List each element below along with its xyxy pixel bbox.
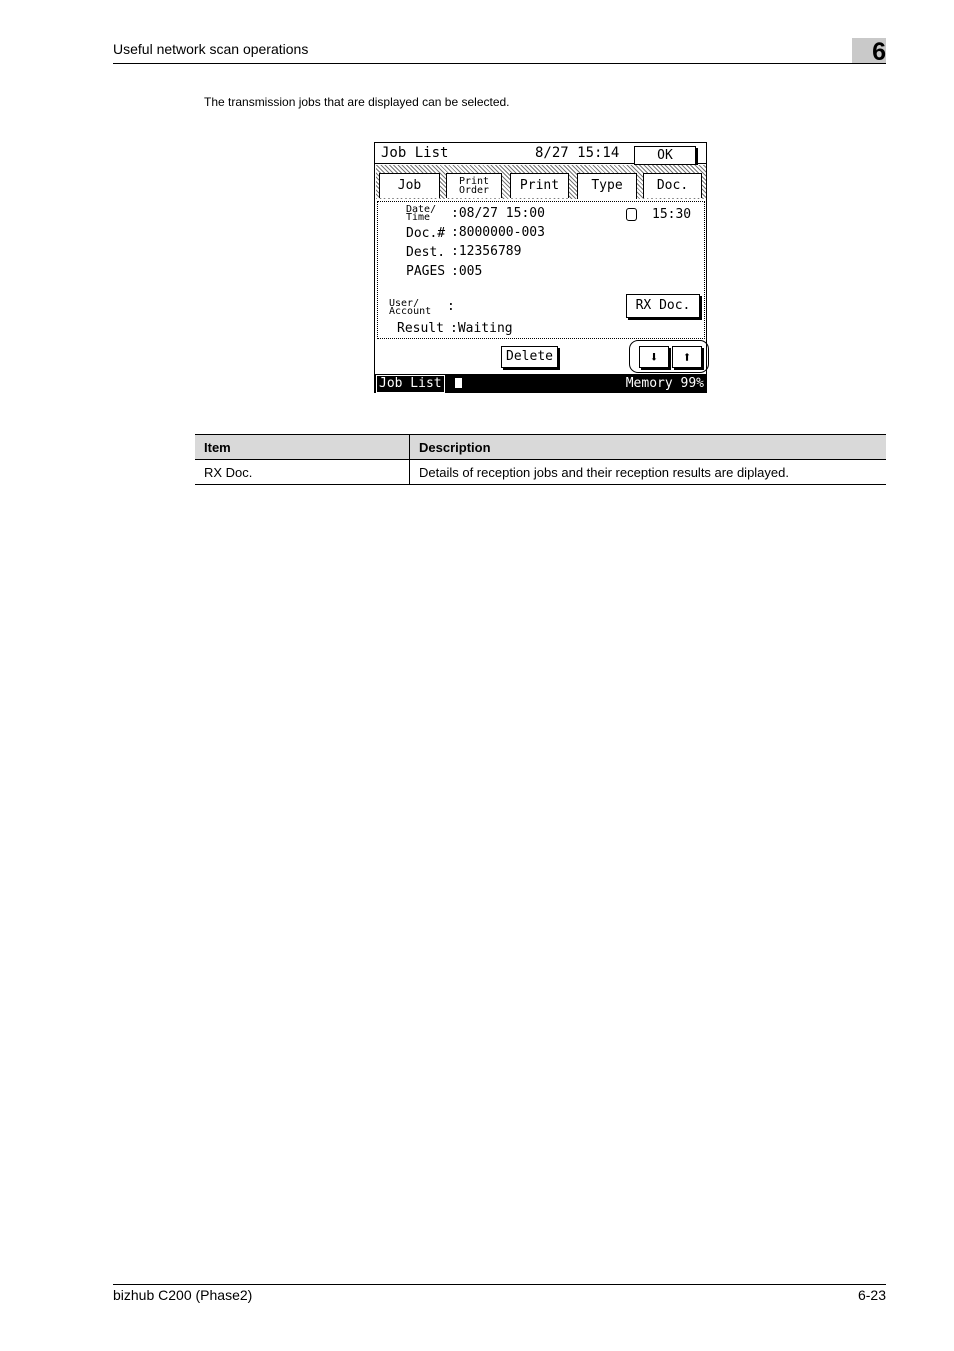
screen-datetime: 8/27 15:14 — [535, 145, 620, 161]
job-list-screen: Job List 8/27 15:14 OK Job Print Order P… — [374, 142, 709, 393]
tab-print-order-line2: Order — [458, 185, 490, 196]
doc-number-label: Doc.# — [406, 226, 446, 241]
header-divider — [113, 63, 886, 64]
pages-label: PAGES — [406, 264, 446, 279]
screen-title: Job List — [381, 145, 449, 161]
table-header-row: Item Description — [195, 434, 886, 460]
pages-value: :005 — [451, 264, 483, 279]
result-label: Result — [397, 321, 444, 336]
table-cell-item: RX Doc. — [195, 459, 410, 485]
status-bar: Job List Memory 99% — [375, 374, 706, 393]
memory-status: Memory 99% — [625, 376, 704, 391]
intro-text: The transmission jobs that are displayed… — [204, 95, 510, 109]
delete-button[interactable]: Delete — [501, 346, 558, 368]
date-time-value: :08/27 15:00 — [451, 206, 545, 221]
dest-value: :12356789 — [451, 244, 522, 259]
section-title: Useful network scan operations — [113, 41, 309, 57]
clock-icon — [626, 208, 637, 221]
scroll-down-button[interactable]: ⬇ — [639, 346, 669, 368]
ok-button[interactable]: OK — [634, 146, 696, 165]
clock-value: 15:30 — [652, 207, 692, 222]
scroll-up-button[interactable]: ⬆ — [672, 346, 702, 368]
tab-print[interactable]: Print — [510, 173, 569, 198]
doc-number-value: :8000000-003 — [451, 225, 545, 240]
time-label: Time — [406, 212, 431, 223]
footer-product: bizhub C200 (Phase2) — [113, 1287, 253, 1303]
document-icon — [455, 378, 462, 388]
screen-titlebar: Job List 8/27 15:14 OK — [375, 143, 706, 165]
tab-print-order[interactable]: Print Order — [446, 173, 502, 198]
column-header-description: Description — [409, 434, 886, 460]
tab-type[interactable]: Type — [577, 173, 637, 199]
tab-job[interactable]: Job — [379, 173, 440, 198]
status-job-list-button[interactable]: Job List — [376, 375, 445, 393]
user-account-label: User/ Account — [389, 299, 432, 317]
footer-divider — [113, 1284, 886, 1285]
account-label: Account — [389, 306, 432, 317]
table-cell-description: Details of reception jobs and their rece… — [409, 459, 886, 485]
column-header-item: Item — [195, 434, 410, 460]
user-account-value: : — [447, 299, 455, 314]
tab-doc[interactable]: Doc. — [643, 173, 702, 198]
date-time-label: Date/ Time — [406, 205, 436, 223]
item-description-table: Item Description RX Doc. Details of rece… — [195, 434, 886, 485]
result-value: :Waiting — [450, 321, 513, 336]
dest-label: Dest. — [406, 245, 446, 260]
rx-doc-button[interactable]: RX Doc. — [626, 294, 700, 318]
table-row: RX Doc. Details of reception jobs and th… — [195, 459, 886, 485]
footer-page-number: 6-23 — [857, 1287, 886, 1303]
